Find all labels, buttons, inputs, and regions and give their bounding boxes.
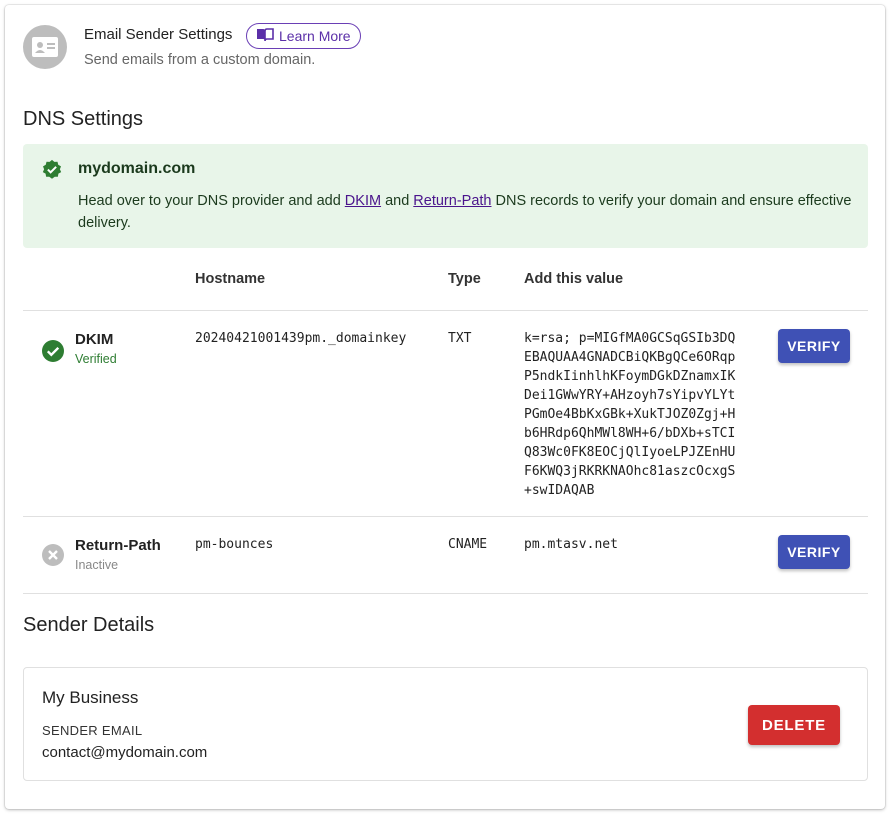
learn-more-label: Learn More [279,28,351,44]
column-header-value: Add this value [524,271,624,287]
dkim-status: Verified [75,352,117,366]
dkim-value: k=rsa; p=MIGfMA0GCSqGSIb3DQ EBAQUAA4GNAD… [524,331,736,498]
header-subtitle: Send emails from a custom domain. [84,52,316,68]
sender-details-card: My Business SENDER EMAIL contact@mydomai… [23,667,868,781]
column-header-type: Type [448,271,481,287]
alert-message: Head over to your DNS provider and add D… [78,190,853,234]
dns-settings-title: DNS Settings [23,108,144,130]
return-path-hostname: pm-bounces [195,537,274,552]
alert-text-and: and [381,193,414,209]
alert-domain: mydomain.com [78,160,196,177]
dkim-label: DKIM [75,331,114,348]
contact-card-icon [23,25,67,69]
cancel-circle-icon [41,543,65,572]
verify-dkim-button[interactable]: VERIFY [778,329,850,363]
sender-email-label: SENDER EMAIL [42,723,143,738]
column-header-hostname: Hostname [195,271,266,287]
verify-return-path-button[interactable]: VERIFY [778,535,850,569]
dkim-link[interactable]: DKIM [345,193,381,209]
return-path-value: pm.mtasv.net [524,537,618,552]
return-path-type: CNAME [448,537,488,552]
return-path-status: Inactive [75,558,119,572]
header-title: Email Sender Settings [84,26,233,43]
dkim-type: TXT [448,331,472,346]
return-path-label: Return-Path [75,537,161,554]
divider [23,516,868,517]
divider [23,310,868,311]
email-sender-settings-card: Email Sender Settings Learn More Send em… [5,5,885,809]
delete-button[interactable]: DELETE [748,705,840,745]
check-circle-icon [41,339,65,368]
learn-more-button[interactable]: Learn More [246,23,361,49]
sender-name: My Business [42,688,139,707]
return-path-link[interactable]: Return-Path [413,193,491,209]
domain-alert: mydomain.com Head over to your DNS provi… [23,144,868,248]
sender-details-title: Sender Details [23,614,155,636]
book-icon [256,27,274,45]
alert-text-before: Head over to your DNS provider and add [78,193,345,209]
divider [23,593,868,594]
dkim-hostname: 20240421001439pm._domainkey [195,331,407,346]
verified-badge-icon [41,159,63,186]
header: Email Sender Settings Learn More Send em… [23,23,863,71]
sender-email: contact@mydomain.com [42,744,208,761]
